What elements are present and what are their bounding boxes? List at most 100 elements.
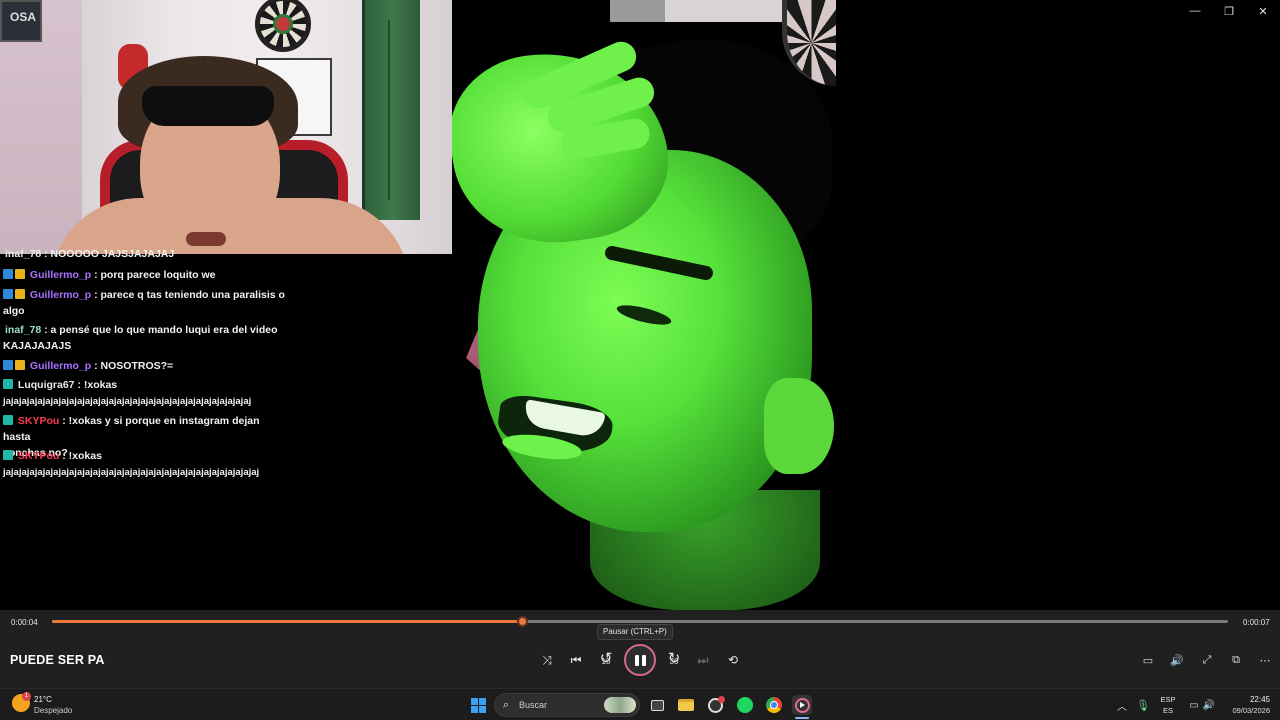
miniplayer-button[interactable]: ⧉: [1223, 647, 1249, 673]
chat-username: SKYPou: [17, 450, 60, 462]
current-time: 0:00:04: [11, 618, 38, 627]
active-app-indicator: [795, 717, 809, 719]
video-area[interactable]: OSA inaf_78 : NOOOOO JAJSJAJAJAJ Guiller…: [0, 0, 1280, 610]
chat-text: : !xokas: [77, 379, 118, 391]
chat-text-continued: algo: [3, 305, 25, 317]
badge-icon: [3, 360, 13, 370]
weather-temperature: 21°C: [34, 695, 52, 704]
chrome-icon: [766, 697, 782, 713]
repeat-off-icon: ⟲: [727, 653, 739, 667]
file-explorer-button[interactable]: [676, 695, 696, 715]
taskbar-search[interactable]: ⌕ Buscar: [494, 693, 640, 717]
chat-username: Guillermo_p: [29, 289, 92, 301]
app-icon: [707, 695, 725, 713]
fullscreen-button[interactable]: ⤢: [1194, 647, 1220, 673]
volume-tray-button[interactable]: 🔊: [1199, 695, 1219, 715]
pause-icon: [634, 654, 639, 666]
player-controls: 0:00:04 0:00:07 Pausar (CTRL+P) PUEDE SE…: [0, 610, 1280, 688]
forward-seconds: 30: [669, 656, 679, 666]
video-background-wall: [610, 0, 666, 22]
chat-text-continued: KAJAJAJAJS: [3, 340, 72, 352]
task-view-button[interactable]: [647, 695, 667, 715]
miniplayer-icon: ⧉: [1232, 653, 1240, 666]
language-code: ESP: [1160, 695, 1176, 704]
chat-text: : porq parece loquito we: [94, 269, 216, 281]
fullscreen-icon: ⤢: [1202, 653, 1212, 666]
chat-text: : parece q tas teniendo una paralisis o: [94, 289, 285, 301]
chat-username: SKYPou: [17, 415, 60, 427]
window-controls: — ❐ ✕: [1178, 0, 1280, 22]
chat-message: Guillermo_p : NOSOTROS?=: [3, 358, 289, 374]
pause-icon: [641, 654, 646, 666]
chat-message: SKYPou : !xokas jajajajajajajajajajajaja…: [3, 448, 289, 481]
more-options-button[interactable]: ⋯: [1252, 647, 1278, 673]
webcam-poster: OSA: [0, 0, 42, 42]
volume-icon: 🔊: [1170, 654, 1184, 667]
rewind-seconds: 10: [601, 656, 611, 666]
chat-message: Luquigra67 : !xokas jajajajajajajajajaja…: [3, 377, 289, 410]
video-ear: [764, 378, 834, 474]
total-time: 0:00:07: [1243, 618, 1270, 627]
chat-text: : !xokas: [62, 450, 102, 462]
chat-message: inaf_78 : a pensé que lo que mando luqui…: [3, 322, 289, 354]
chat-text-continued: jajajajajajajajajajajajajajajajajajajaja…: [3, 467, 260, 478]
spotify-icon: [737, 697, 753, 713]
keyboard-layout: ES: [1162, 706, 1173, 715]
chat-text: : NOSOTROS?=: [94, 360, 174, 372]
spotify-button[interactable]: [735, 695, 755, 715]
forward-button[interactable]: ↻ 30: [662, 647, 686, 673]
subtitles-button[interactable]: ▭: [1135, 647, 1161, 673]
clock-date[interactable]: 09/03/2026: [1222, 706, 1270, 715]
search-icon: ⌕: [503, 699, 510, 711]
previous-button[interactable]: ⏮: [564, 647, 588, 673]
shuffle-button[interactable]: ⤨: [535, 647, 559, 673]
tray-overflow-button[interactable]: ︿: [1112, 695, 1132, 715]
seek-bar[interactable]: [52, 616, 1228, 627]
webcam-door: [362, 0, 420, 220]
next-button[interactable]: ⏭: [691, 647, 715, 673]
repeat-button[interactable]: ⟲: [721, 647, 745, 673]
microphone-button[interactable]: 🎙: [1133, 695, 1153, 715]
webcam-overlay: OSA: [0, 0, 452, 254]
media-player-button[interactable]: [792, 695, 812, 715]
close-button[interactable]: ✕: [1246, 0, 1280, 22]
search-placeholder: Buscar: [519, 700, 548, 710]
maximize-button[interactable]: ❐: [1212, 0, 1246, 22]
weather-description: Despejado: [34, 706, 73, 715]
webcam-poster-text: OSA: [10, 10, 37, 24]
windows-taskbar: 1 21°C Despejado ⌕ Buscar ︿ 🎙 ESP ES ▭ 🔊…: [0, 688, 1280, 720]
webcam-door-line: [388, 20, 390, 200]
more-icon: ⋯: [1259, 654, 1271, 667]
app-button[interactable]: [705, 695, 725, 715]
minimize-button[interactable]: —: [1178, 0, 1212, 22]
language-indicator[interactable]: ESP ES: [1156, 695, 1180, 715]
webcam-person-mouth: [186, 232, 226, 246]
pause-button[interactable]: [624, 644, 656, 676]
track-title: PUEDE SER PA: [10, 653, 105, 667]
pause-tooltip: Pausar (CTRL+P): [597, 624, 673, 640]
windows-logo-icon: [470, 697, 486, 713]
volume-button[interactable]: 🔊: [1164, 647, 1190, 673]
chrome-button[interactable]: [764, 695, 784, 715]
start-button[interactable]: [468, 695, 488, 715]
chat-text: : a pensé que lo que mando luqui era del…: [44, 324, 278, 336]
rewind-button[interactable]: ↺ 10: [594, 647, 618, 673]
chat-username: inaf_78: [5, 324, 42, 336]
badge-icon: [3, 289, 13, 299]
folder-icon: [678, 699, 694, 711]
subtitles-icon: ▭: [1142, 654, 1154, 667]
previous-icon: ⏮: [570, 652, 582, 667]
chat-username: inaf_78: [5, 248, 42, 260]
badge-icon: [3, 450, 13, 460]
seek-bar-progress: [52, 620, 523, 623]
speaker-icon: 🔊: [1202, 699, 1216, 711]
next-icon: ⏭: [697, 652, 709, 667]
search-highlight-image: [604, 697, 636, 713]
badge-icon: [3, 415, 13, 425]
chat-text-continued: jajajajajajajajajajajajajajajajajajajaja…: [3, 396, 252, 407]
weather-alert-badge: 1: [22, 692, 31, 701]
clock-time[interactable]: 22:45: [1228, 695, 1270, 704]
media-player-icon: [794, 697, 810, 713]
seek-bar-thumb[interactable]: [517, 616, 529, 627]
chat-message: Guillermo_p : parece q tas teniendo una …: [3, 287, 289, 319]
